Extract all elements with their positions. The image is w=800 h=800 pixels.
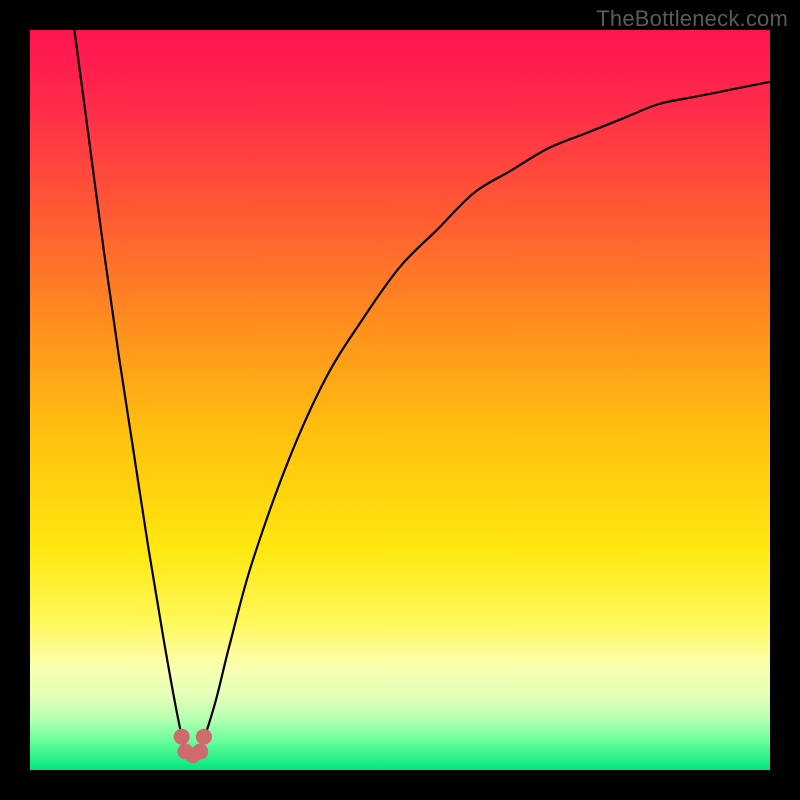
- bottleneck-curve: [30, 30, 770, 770]
- curve-marker: [196, 729, 212, 745]
- curve-marker: [192, 744, 208, 760]
- plot-area: [30, 30, 770, 770]
- curve-marker: [174, 729, 190, 745]
- chart-frame: TheBottleneck.com: [0, 0, 800, 800]
- watermark-text: TheBottleneck.com: [596, 6, 788, 32]
